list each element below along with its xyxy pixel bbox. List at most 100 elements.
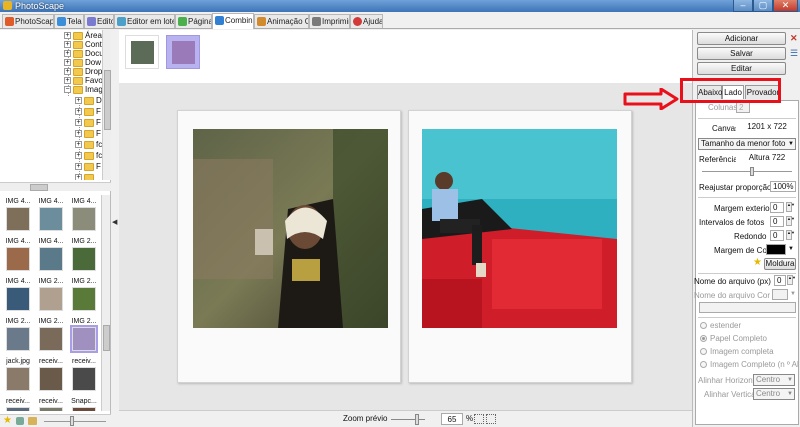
round-input[interactable]: 0 [770, 230, 784, 241]
columns-input: 2 [736, 102, 750, 113]
reference-slider[interactable] [702, 171, 792, 172]
batch-editor-icon [117, 17, 126, 26]
thumbnail-item[interactable]: IMG 2... [68, 277, 100, 317]
thumbnail-item[interactable]: IMG 2... [68, 317, 100, 357]
selected-photo-1[interactable] [125, 35, 159, 69]
thumbnail-item[interactable]: receiv... [35, 397, 67, 411]
photo-interval-spinner[interactable]: ▲▼ [786, 216, 795, 226]
thumbnail-item[interactable]: IMG 2... [68, 237, 100, 277]
tree-item[interactable]: + [75, 172, 96, 180]
thumbnail-scrollbar[interactable] [101, 195, 110, 411]
page-icon [178, 17, 187, 26]
thumbnail-label: IMG 2... [71, 278, 97, 285]
thumbnail-image [6, 207, 30, 231]
close-button[interactable]: ✕ [773, 0, 798, 12]
full-image-radio[interactable] [700, 348, 707, 355]
minimize-button[interactable]: ‒ [733, 0, 753, 12]
rotate-icon[interactable] [16, 417, 24, 425]
scroll-thumb[interactable] [30, 184, 48, 191]
tab-help[interactable]: Ajuda [350, 14, 383, 28]
align-horizontal-dropdown[interactable]: Centro ▼ [753, 374, 795, 386]
thumbnail-item[interactable]: receiv... [68, 357, 100, 397]
scroll-thumb[interactable] [103, 325, 110, 351]
chevron-down-icon[interactable]: ▼ [788, 246, 794, 252]
tree-item[interactable]: + F [75, 106, 101, 117]
maximize-button[interactable]: ▢ [753, 0, 773, 12]
zoom-preview-label: Zoom prévio [343, 414, 388, 423]
save-button[interactable]: Salvar [697, 47, 786, 60]
tree-item[interactable]: + F [75, 128, 101, 139]
tab-batch-editor[interactable]: Editor em lotes [114, 14, 175, 28]
folder-open-icon[interactable] [28, 417, 37, 425]
zoom-value[interactable]: 65 [441, 413, 463, 425]
frame-button[interactable]: Moldura [764, 258, 796, 270]
edit-button[interactable]: Editar [697, 62, 786, 75]
tree-item[interactable]: + F [75, 117, 101, 128]
align-vertical-dropdown[interactable]: Centro ▼ [753, 388, 795, 400]
fit-screen-icon[interactable] [474, 414, 484, 424]
filename-size-input[interactable]: 0 [774, 275, 786, 286]
collapse-arrow-icon[interactable]: ◀ [112, 218, 117, 226]
thumbnail-item[interactable]: IMG 4... [35, 237, 67, 277]
zoom-slider[interactable] [391, 419, 425, 420]
tab-tela[interactable]: Tela [54, 14, 84, 28]
thumbnail-item[interactable]: receiv... [35, 357, 67, 397]
star-icon[interactable]: ★ [3, 415, 12, 426]
margin-color-swatch[interactable] [766, 244, 786, 255]
list-icon[interactable]: ☰ [790, 49, 798, 58]
photo-frame-left[interactable] [177, 110, 401, 383]
outer-margin-input[interactable]: 0 [770, 202, 784, 213]
thumbnail-label: receiv... [39, 358, 63, 365]
photo-frame-right[interactable] [408, 110, 632, 383]
add-button[interactable]: Adicionar [697, 32, 786, 45]
close-x-icon[interactable]: ✕ [790, 34, 798, 43]
thumbnail-item[interactable]: IMG 4... [2, 277, 34, 317]
tree-item[interactable]: + fc [75, 150, 102, 161]
tree-item[interactable]: + F [75, 161, 101, 172]
actual-size-icon[interactable] [486, 414, 496, 424]
rescale-input[interactable]: 100% [770, 181, 796, 192]
tab-editor[interactable]: Editor [84, 14, 114, 28]
folder-tree[interactable]: + Área + Cont + Docu + Dow + Drop + Favo − Imag… [0, 30, 111, 180]
photo-interval-input[interactable]: 0 [770, 216, 784, 227]
thumbnail-item[interactable]: receiv... [2, 397, 34, 411]
full-paper-radio[interactable] [700, 335, 707, 342]
outer-margin-spinner[interactable]: ▲▼ [786, 202, 795, 212]
tab-combine[interactable]: Combine [212, 13, 254, 29]
tab-page[interactable]: Página [175, 14, 212, 28]
selected-photo-2[interactable] [166, 35, 200, 69]
thumbnail-item[interactable]: IMG 4... [35, 197, 67, 237]
thumbnail-size-slider[interactable] [44, 421, 106, 422]
combine-canvas[interactable] [119, 83, 692, 410]
tree-item[interactable]: − Imag [64, 84, 103, 95]
align-horizontal-label: Alinhar Horizontal [698, 376, 762, 385]
printer-icon [312, 17, 321, 26]
tab-photoscape[interactable]: PhotoScape [2, 14, 54, 28]
reference-slider-knob[interactable] [750, 167, 754, 176]
left-pane: + Área + Cont + Docu + Dow + Drop + Favo − Imag… [0, 30, 111, 427]
pane-splitter[interactable]: ◀ [111, 30, 119, 427]
round-spinner[interactable]: ▲▼ [786, 230, 795, 240]
thumbnail-item[interactable]: IMG 2... [35, 317, 67, 357]
tree-horizontal-scrollbar[interactable] [0, 182, 111, 191]
tree-item[interactable]: + fc [75, 139, 102, 150]
thumbnail-item[interactable]: IMG 4... [68, 197, 100, 237]
tab-print[interactable]: Imprimir [309, 14, 350, 28]
tree-item[interactable]: + D [75, 95, 102, 106]
tree-scrollbar[interactable] [102, 30, 111, 180]
scroll-thumb[interactable] [104, 70, 111, 130]
thumbnail-item[interactable]: Snapc... [68, 397, 100, 411]
tab-animated-gif[interactable]: Animação Gif [254, 14, 309, 28]
stretch-radio[interactable] [700, 322, 707, 329]
zoom-slider-knob[interactable] [415, 414, 419, 425]
thumbnail-item[interactable]: IMG 2... [2, 317, 34, 357]
filename-size-spinner[interactable]: ▲▼ [787, 275, 796, 285]
full-image-n-radio[interactable] [700, 361, 707, 368]
thumbnail-item[interactable]: IMG 4... [2, 197, 34, 237]
thumbnail-item[interactable]: IMG 4... [2, 237, 34, 277]
thumbnail-item[interactable]: jack.jpg [2, 357, 34, 397]
slider-knob[interactable] [70, 416, 74, 426]
size-dropdown[interactable]: Tamanho da menor foto ▼ [698, 138, 796, 150]
full-image-label: Imagem completa [710, 347, 774, 356]
thumbnail-item[interactable]: IMG 2... [35, 277, 67, 317]
